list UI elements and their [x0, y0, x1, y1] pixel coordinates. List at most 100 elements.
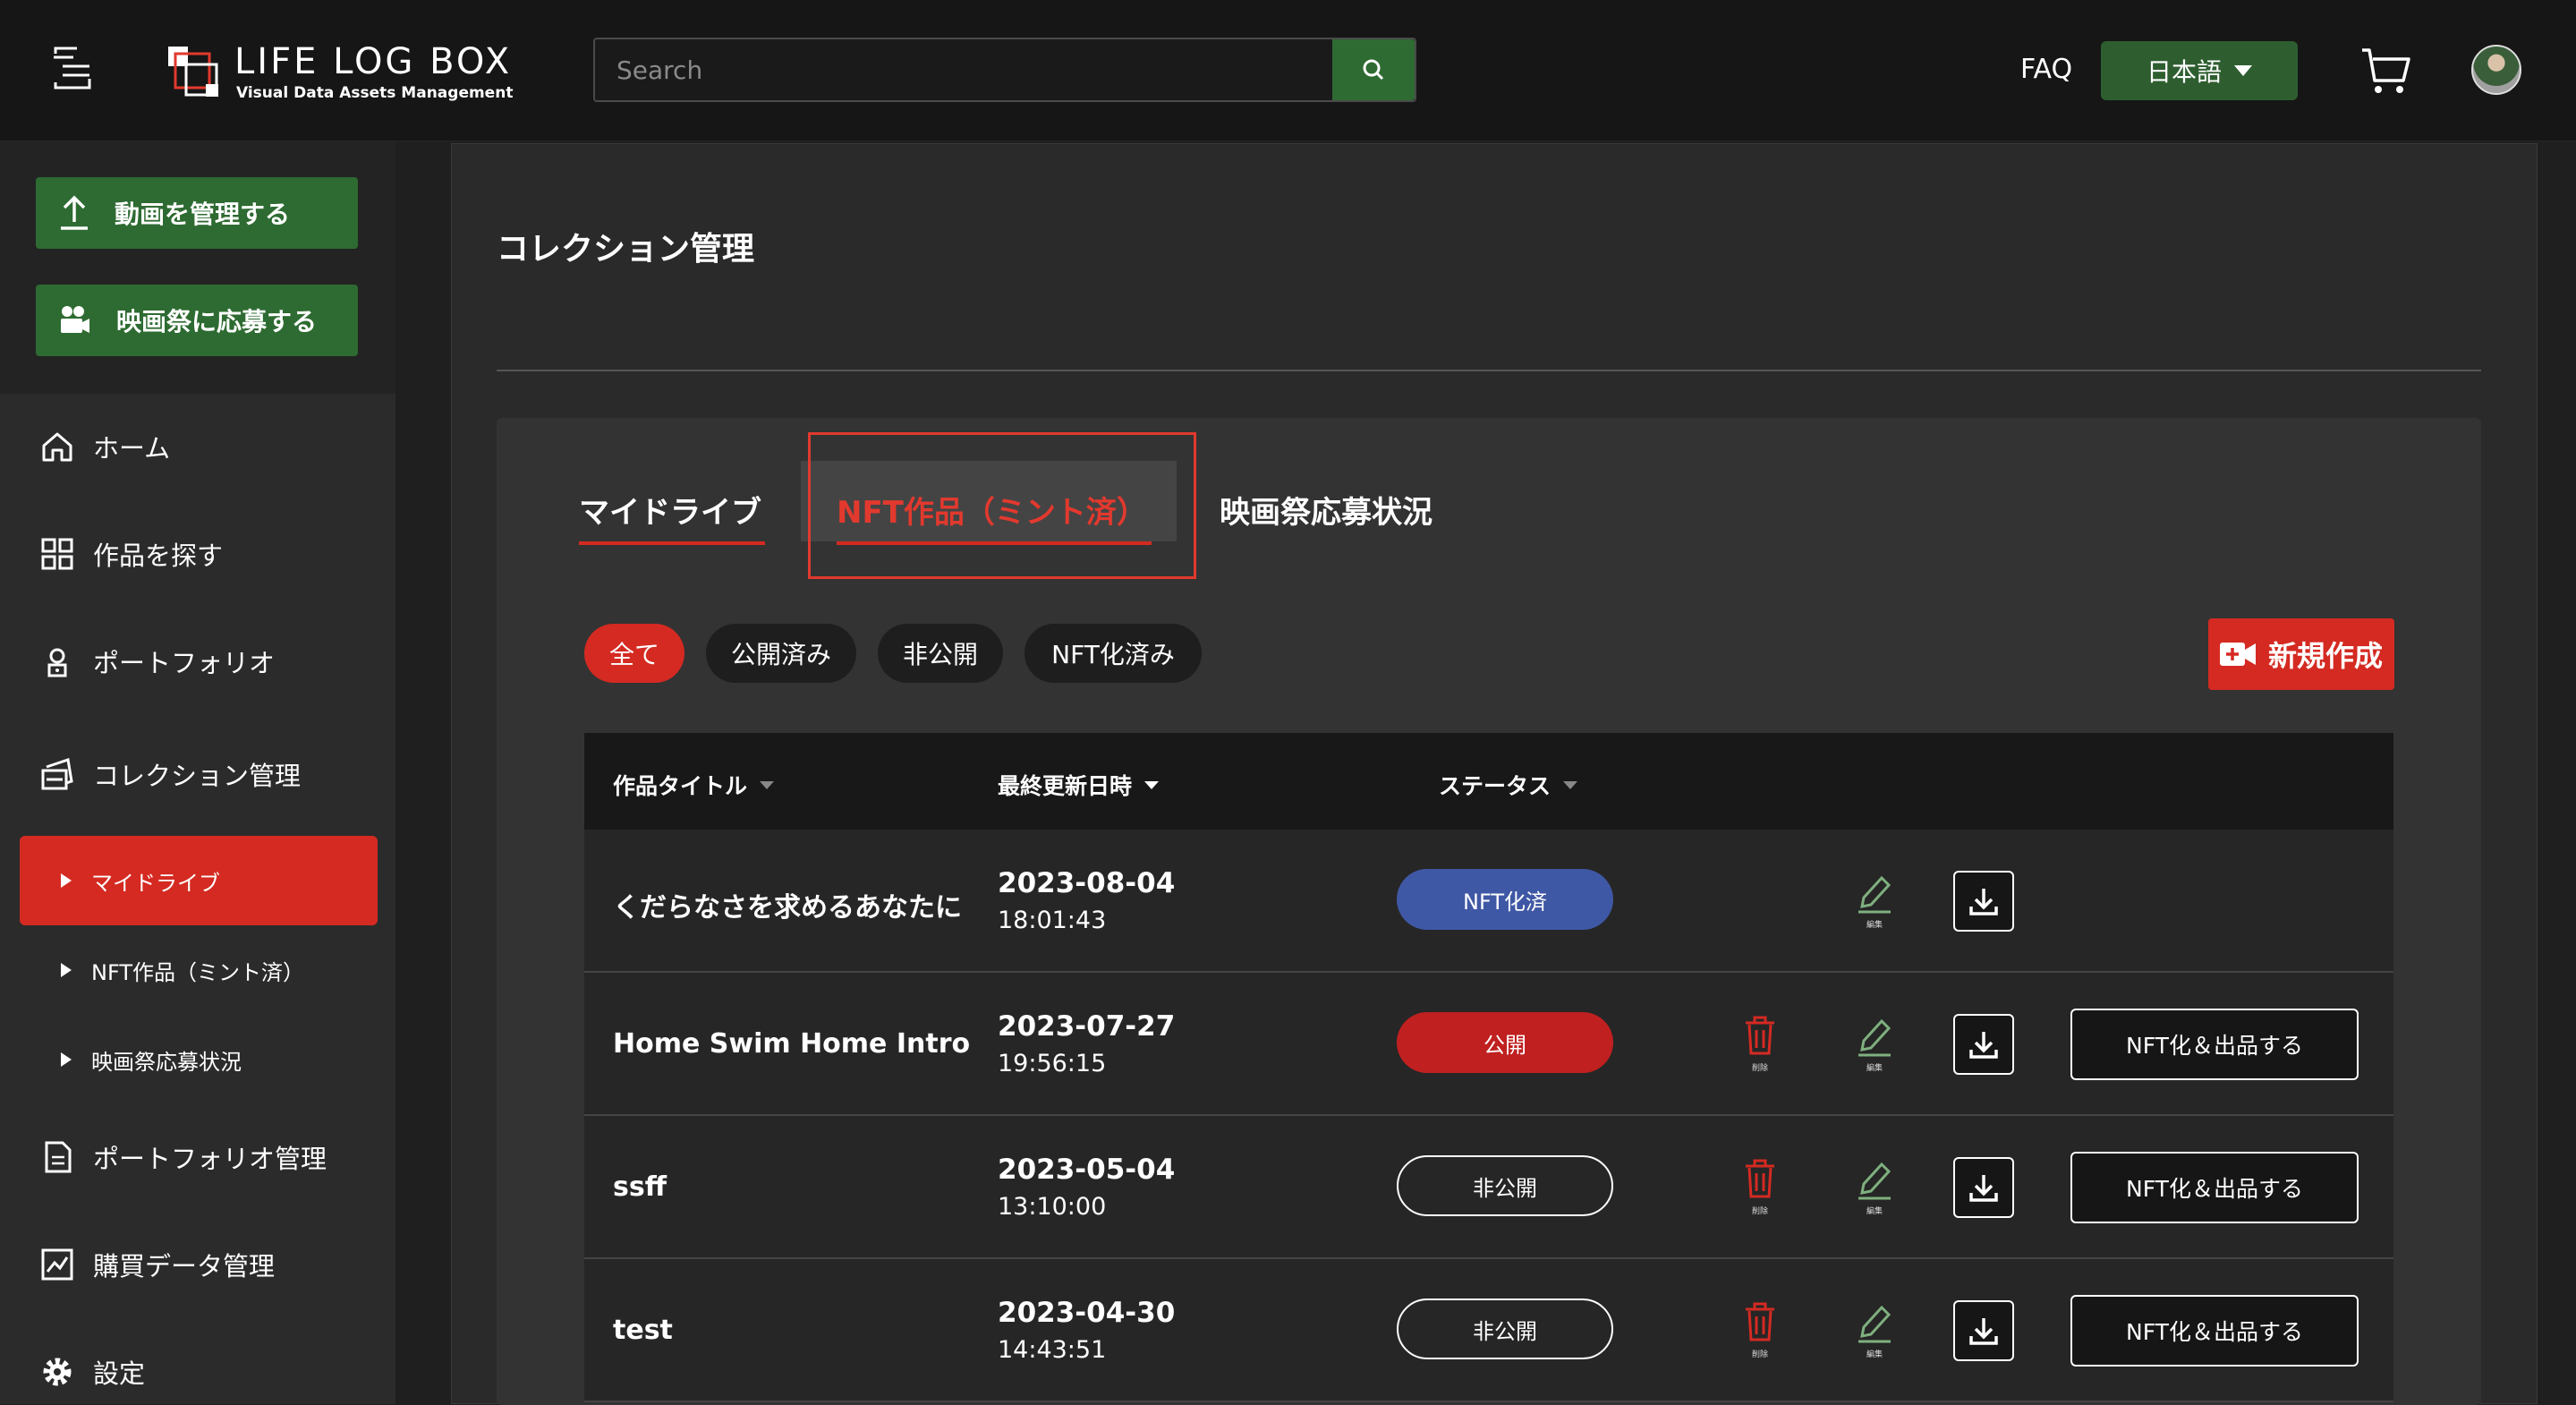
language-select[interactable]: 日本語 — [2101, 41, 2298, 100]
row-time: 13:10:00 — [998, 1193, 1107, 1221]
row-title: Home Swim Home Introduction — [613, 1028, 969, 1060]
pencil-icon — [1858, 1162, 1892, 1200]
sidebar-item-label: ポートフォリオ — [93, 648, 276, 678]
manage-videos-label: 動画を管理する — [115, 200, 291, 229]
sort-icon — [1563, 780, 1578, 789]
grid-icon — [41, 538, 73, 570]
cart-icon[interactable] — [2359, 45, 2412, 97]
play-icon — [61, 963, 72, 977]
apply-festival-button[interactable]: 映画祭に応募する — [36, 285, 358, 356]
sidebar-subitem-label: マイドライブ — [91, 870, 220, 896]
table-row[interactable]: ssff 2023-05-04 13:10:00 非公開 削除 編集 NFT化＆… — [584, 1116, 2393, 1259]
portfolio-icon — [47, 648, 67, 677]
sidebar-item-label: 作品を探す — [93, 541, 224, 571]
trash-icon — [1746, 1016, 1774, 1055]
edit-button[interactable]: 編集 — [1848, 867, 1901, 930]
sidebar-subitem-nft[interactable]: NFT作品（ミント済） — [20, 925, 378, 1015]
filter-all[interactable]: 全て — [584, 624, 684, 683]
table-row[interactable]: test 2023-04-30 14:43:51 非公開 削除 編集 NFT化＆… — [584, 1259, 2393, 1402]
sidebar-item-label: ポートフォリオ管理 — [93, 1144, 327, 1174]
download-button[interactable] — [1953, 871, 2014, 932]
edit-button[interactable]: 編集 — [1848, 1010, 1901, 1073]
sidebar-subitem-mydrive[interactable]: マイドライブ — [20, 836, 378, 925]
row-title: くだらなさを求めるあなたに — [613, 892, 962, 924]
sidebar-item-home[interactable]: ホーム — [39, 428, 170, 465]
sidebar-item-settings[interactable]: 設定 — [39, 1353, 145, 1391]
sidebar-item-label: ホーム — [93, 433, 171, 464]
download-icon — [1969, 889, 1998, 915]
new-create-label: 新規作成 — [2267, 639, 2383, 673]
pencil-icon — [1858, 1305, 1892, 1343]
delete-button[interactable]: 削除 — [1733, 1010, 1787, 1073]
row-title: test — [613, 1315, 673, 1346]
edit-label: 編集 — [1866, 1350, 1883, 1359]
logo-subtitle: Visual Data Assets Management — [236, 84, 514, 102]
mint-and-list-button[interactable]: NFT化＆出品する — [2070, 1152, 2359, 1223]
table-row[interactable]: Home Swim Home Introduction 2023-07-27 1… — [584, 973, 2393, 1116]
pencil-icon — [1858, 875, 1892, 914]
row-date: 2023-08-04 — [998, 867, 1176, 899]
header-updated-label: 最終更新日時 — [998, 773, 1133, 799]
logo-title: LIFE LOG BOX — [234, 41, 513, 82]
filter-private[interactable]: 非公開 — [878, 624, 1003, 683]
header-title-label: 作品タイトル — [613, 773, 748, 799]
table-header: 作品タイトル 最終更新日時 ステータス — [584, 733, 2393, 830]
avatar[interactable] — [2471, 45, 2521, 95]
home-icon — [42, 432, 72, 462]
status-badge: NFT化済 — [1397, 869, 1613, 930]
logo-mark-icon — [168, 47, 218, 97]
edit-label: 編集 — [1866, 1207, 1883, 1216]
sidebar-item-portfolio-manage[interactable]: ポートフォリオ管理 — [39, 1138, 327, 1176]
manage-videos-button[interactable]: 動画を管理する — [36, 177, 358, 249]
chevron-down-icon — [2234, 65, 2252, 76]
header-title[interactable]: 作品タイトル — [613, 769, 775, 801]
new-create-button[interactable]: 新規作成 — [2208, 618, 2394, 690]
trash-icon — [1746, 1159, 1774, 1198]
row-date: 2023-04-30 — [998, 1297, 1176, 1329]
download-button[interactable] — [1953, 1014, 2014, 1075]
header-updated[interactable]: 最終更新日時 — [998, 769, 1160, 801]
download-icon — [1969, 1032, 1998, 1059]
edit-button[interactable]: 編集 — [1848, 1154, 1901, 1216]
sidebar-item-purchase-data[interactable]: 購買データ管理 — [39, 1246, 275, 1283]
sidebar-item-label: 設定 — [93, 1358, 146, 1389]
search-input[interactable] — [595, 39, 1334, 100]
faq-link[interactable]: FAQ — [2020, 54, 2072, 85]
row-time: 14:43:51 — [998, 1336, 1107, 1364]
edit-button[interactable]: 編集 — [1848, 1297, 1901, 1359]
row-date: 2023-05-04 — [998, 1154, 1176, 1186]
filter-published[interactable]: 公開済み — [706, 624, 856, 683]
download-icon — [1969, 1318, 1998, 1345]
download-button[interactable] — [1953, 1157, 2014, 1218]
sort-icon — [760, 780, 775, 789]
sidebar-item-browse[interactable]: 作品を探す — [39, 535, 223, 573]
tab-mydrive-underline — [579, 541, 765, 545]
download-button[interactable] — [1953, 1300, 2014, 1361]
delete-button[interactable]: 削除 — [1733, 1297, 1787, 1359]
status-badge: 公開 — [1397, 1012, 1613, 1073]
tab-nft[interactable]: NFT作品（ミント済） — [837, 488, 1147, 532]
sidebar-item-portfolio[interactable]: ポートフォリオ — [39, 643, 275, 680]
tab-festival[interactable]: 映画祭応募状況 — [1220, 488, 1433, 532]
logo[interactable]: LIFE LOG BOX Visual Data Assets Manageme… — [166, 41, 524, 104]
sidebar-item-label: コレクション管理 — [93, 761, 302, 791]
sidebar-subitem-label: NFT作品（ミント済） — [91, 959, 304, 985]
search-button[interactable] — [1332, 39, 1415, 100]
delete-button[interactable]: 削除 — [1733, 1154, 1787, 1216]
table-row[interactable]: くだらなさを求めるあなたに 2023-08-04 18:01:43 NFT化済 … — [584, 830, 2393, 973]
tab-mydrive[interactable]: マイドライブ — [579, 488, 761, 532]
header-status[interactable]: ステータス — [1439, 769, 1578, 801]
sidebar-item-collection[interactable]: コレクション管理 — [39, 755, 301, 793]
collection-icon — [41, 758, 73, 790]
menu-toggle-icon[interactable] — [50, 47, 95, 91]
search-icon — [1363, 59, 1384, 81]
sidebar-subitem-festival[interactable]: 映画祭応募状況 — [20, 1015, 378, 1104]
mint-and-list-button[interactable]: NFT化＆出品する — [2070, 1295, 2359, 1367]
play-icon — [61, 873, 72, 888]
pencil-icon — [1858, 1018, 1892, 1057]
mint-and-list-button[interactable]: NFT化＆出品する — [2070, 1009, 2359, 1080]
filter-nft[interactable]: NFT化済み — [1024, 624, 1202, 683]
sort-icon — [1144, 780, 1160, 789]
row-time: 18:01:43 — [998, 907, 1107, 934]
sidebar-subitem-label: 映画祭応募状況 — [91, 1049, 242, 1075]
